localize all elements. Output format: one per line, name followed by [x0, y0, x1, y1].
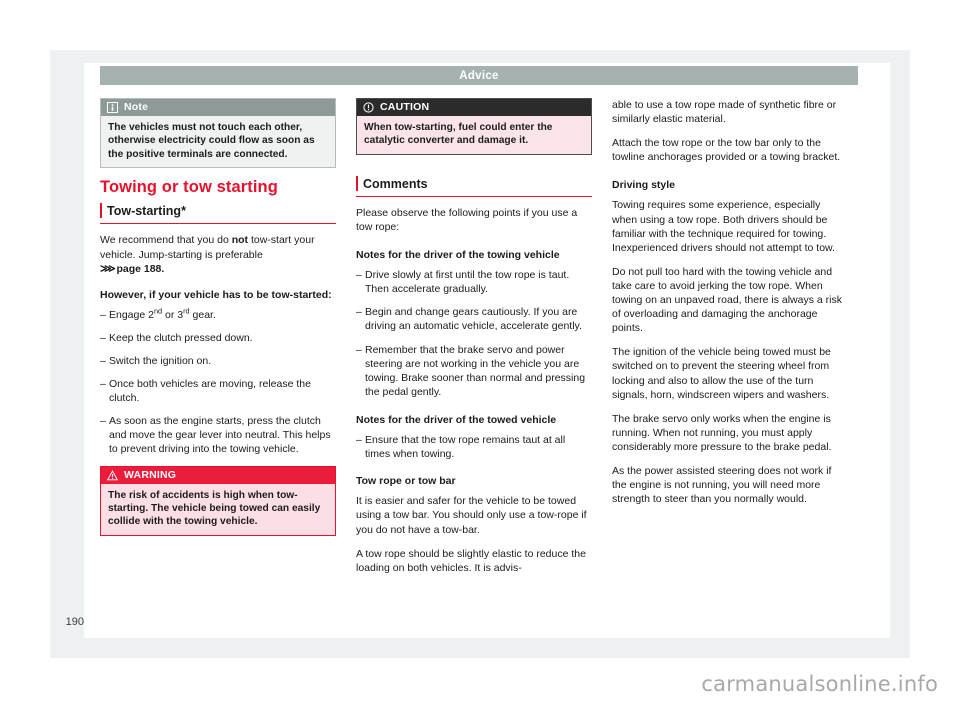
subsection-title-comments: Comments	[356, 175, 592, 197]
step-item: – Engage 2nd or 3rd gear.	[100, 306, 336, 322]
towing-point-item: – Remember that the brake servo and powe…	[356, 343, 592, 399]
driving-style-paragraph: Towing requires some experience, especia…	[612, 199, 835, 254]
dash-marker: –	[100, 331, 106, 344]
intro-text-before: We recommend that you do	[100, 234, 232, 247]
caution-callout-title: CAUTION	[380, 101, 430, 114]
towed-point-item: – Ensure that the tow rope remains taut …	[356, 433, 592, 461]
note-callout-header: Note	[101, 99, 335, 116]
chapter-header-bar: Advice	[100, 66, 858, 85]
warning-triangle-icon	[107, 469, 118, 481]
page-columns: Note The vehicles must not touch each ot…	[100, 98, 860, 628]
dash-marker: –	[100, 308, 106, 321]
manual-page: Advice 190 Note The vehicles must not to…	[0, 0, 960, 708]
info-icon	[107, 102, 118, 113]
note-callout-title: Note	[124, 101, 149, 114]
page-reference-arrow-icon: ⋙	[100, 262, 116, 275]
step-text-mid: or 3	[162, 308, 184, 321]
continued-paragraph: able to use a tow rope made of synthetic…	[612, 99, 837, 126]
dash-marker: –	[100, 354, 106, 367]
dash-marker: –	[356, 434, 362, 447]
page-reference-text: page 188.	[116, 262, 165, 275]
step-text: Once both vehicles are moving, release t…	[109, 378, 311, 405]
step-text: As soon as the engine starts, press the …	[109, 415, 331, 456]
note-callout: Note The vehicles must not touch each ot…	[100, 98, 336, 169]
warning-callout-title: WARNING	[124, 468, 177, 481]
towing-vehicle-heading: Notes for the driver of the towing vehic…	[356, 249, 560, 262]
towed-vehicle-heading: Notes for the driver of the towed vehicl…	[356, 413, 557, 426]
dash-marker: –	[356, 306, 362, 319]
attach-paragraph: Attach the tow rope or the tow bar only …	[612, 137, 841, 164]
subsection-title-tow-starting: Tow-starting*	[100, 203, 336, 225]
dash-marker: –	[100, 415, 106, 428]
warning-callout: WARNING The risk of accidents is high wh…	[100, 465, 336, 536]
step-text-pre: Engage 2	[109, 308, 154, 321]
caution-callout-header: CAUTION	[357, 99, 591, 116]
column-right: able to use a tow rope made of synthetic…	[612, 98, 848, 516]
however-heading: However, if your vehicle has to be tow-s…	[100, 288, 332, 301]
step-text: Keep the clutch pressed down.	[109, 331, 253, 344]
page-number: 190	[65, 616, 84, 628]
section-title: Towing or tow starting	[100, 178, 278, 197]
intro-text-bold: not	[231, 234, 249, 247]
step-text: Engage 2nd or 3rd gear.	[109, 306, 336, 322]
step-item: – Once both vehicles are moving, release…	[100, 377, 336, 405]
column-left: Note The vehicles must not touch each ot…	[100, 98, 336, 548]
driving-style-paragraph: Do not pull too hard with the towing veh…	[612, 265, 842, 335]
warning-callout-body: The risk of accidents is high when tow-s…	[101, 483, 335, 535]
towing-point-item: – Drive slowly at first until the tow ro…	[356, 268, 592, 296]
driving-style-paragraph: The brake servo only works when the engi…	[612, 412, 832, 453]
towing-point-item: – Begin and change gears cautiously. If …	[356, 305, 592, 333]
towed-point-text: Ensure that the tow rope remains taut at…	[365, 434, 566, 461]
tow-rope-paragraph-2: A tow rope should be slightly elastic to…	[356, 547, 586, 574]
warning-callout-header: WARNING	[101, 466, 335, 484]
note-callout-body: The vehicles must not touch each other, …	[101, 116, 335, 168]
driving-style-paragraph: As the power assisted steering does not …	[612, 464, 832, 506]
intro-paragraph: We recommend that you do not tow-start y…	[100, 233, 336, 275]
step-ordinal-1: nd	[153, 306, 163, 316]
column-middle: CAUTION When tow-starting, fuel could en…	[356, 98, 592, 585]
exclamation-circle-icon	[363, 102, 374, 113]
driving-style-heading: Driving style	[612, 179, 676, 192]
comments-intro: Please observe the following points if y…	[356, 206, 578, 233]
tow-rope-paragraph-1: It is easier and safer for the vehicle t…	[356, 495, 587, 536]
driving-style-paragraph: The ignition of the vehicle being towed …	[612, 346, 831, 401]
dash-marker: –	[356, 343, 362, 356]
dash-marker: –	[356, 269, 362, 282]
chapter-title: Advice	[459, 69, 499, 82]
tow-rope-heading: Tow rope or tow bar	[356, 475, 456, 488]
caution-callout-body: When tow-starting, fuel could enter the …	[357, 116, 591, 154]
towing-point-text: Drive slowly at first until the tow rope…	[365, 269, 570, 296]
step-item: – Switch the ignition on.	[100, 354, 336, 368]
step-text: Switch the ignition on.	[109, 354, 212, 367]
towing-point-text: Begin and change gears cautiously. If yo…	[365, 306, 582, 333]
caution-callout: CAUTION When tow-starting, fuel could en…	[356, 98, 592, 155]
step-item: – As soon as the engine starts, press th…	[100, 414, 336, 456]
site-watermark: carmanualsonline.info	[701, 672, 938, 696]
step-item: – Keep the clutch pressed down.	[100, 331, 336, 345]
dash-marker: –	[100, 378, 106, 391]
towing-point-text: Remember that the brake servo and power …	[365, 343, 586, 398]
step-text-post: gear.	[189, 308, 216, 321]
